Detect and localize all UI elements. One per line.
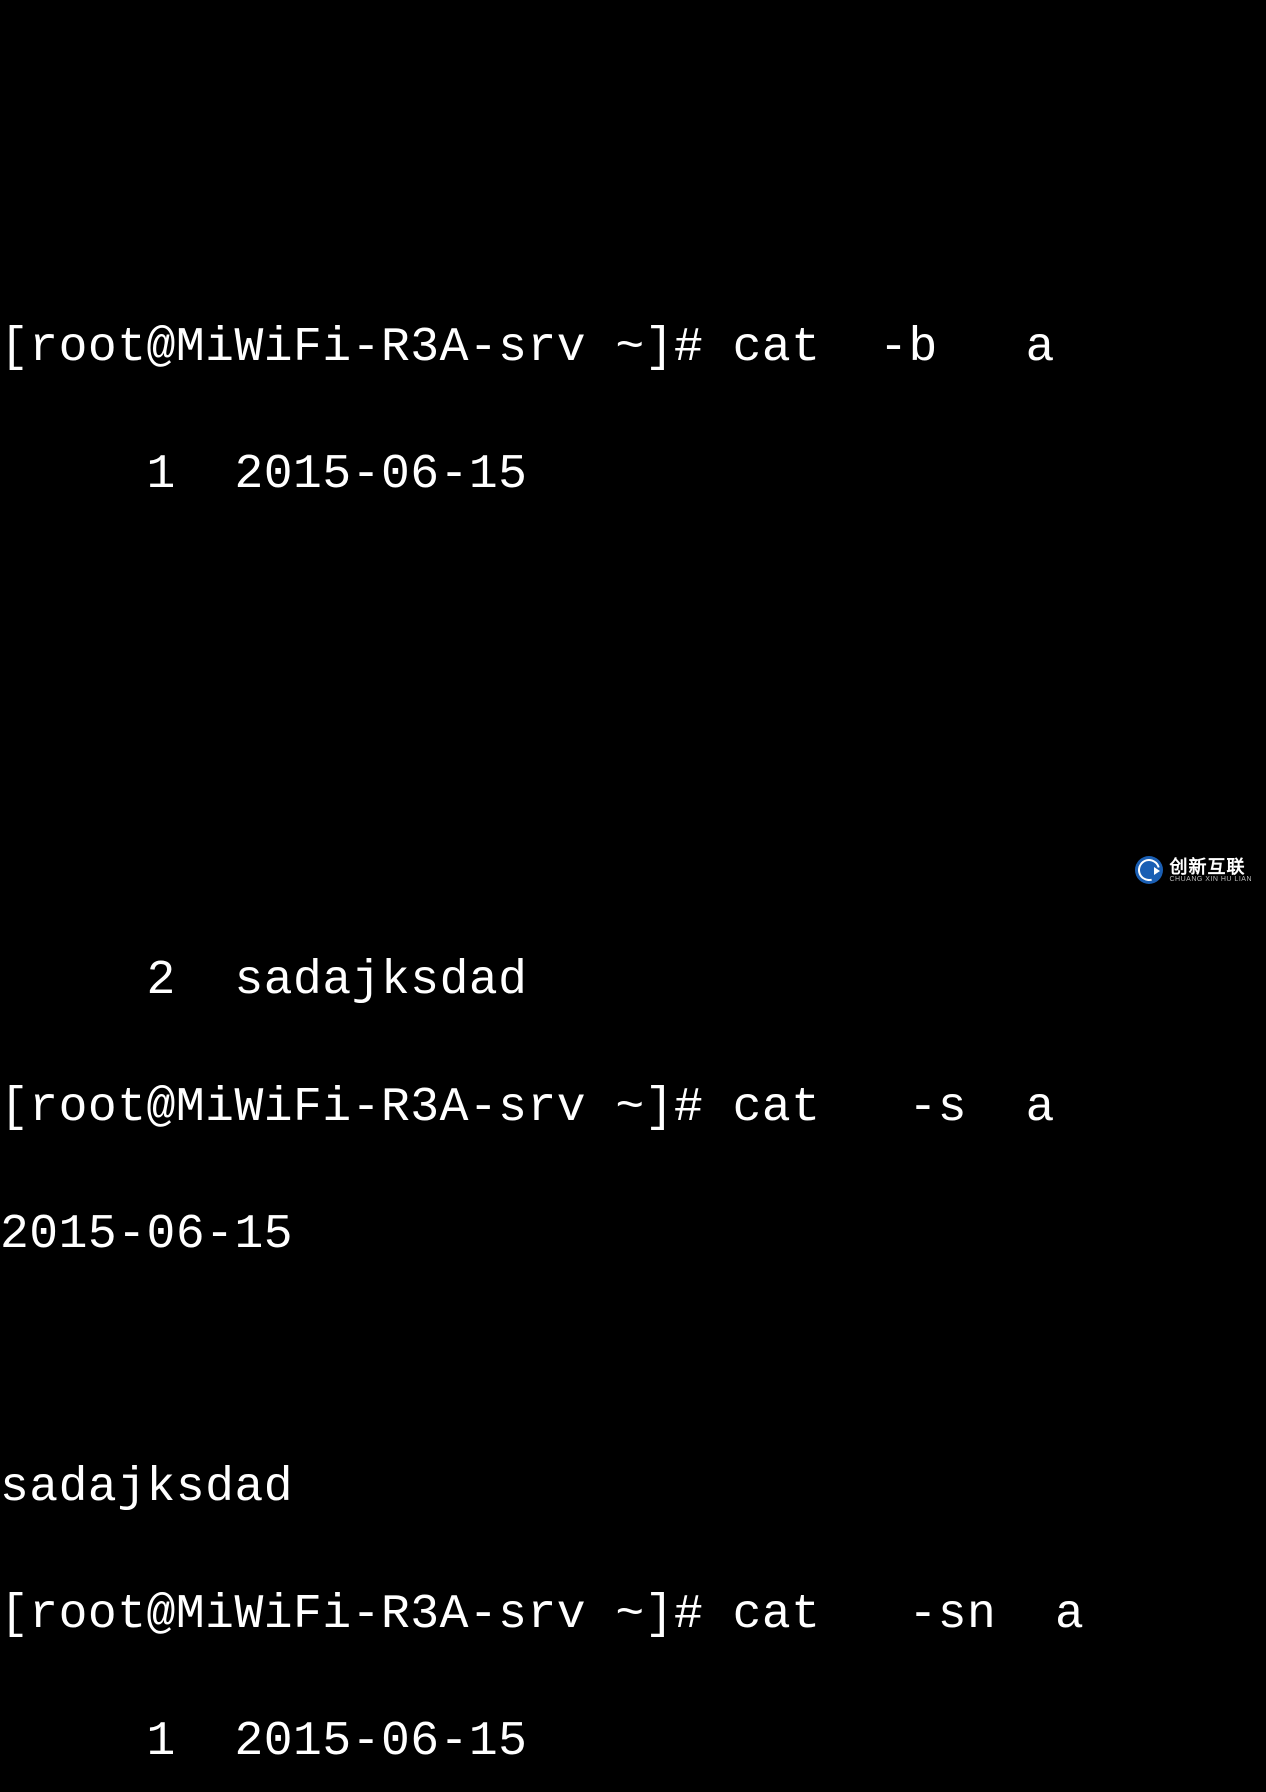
terminal-line: [root@MiWiFi-R3A-srv ~]# cat -s a [0, 1077, 1266, 1140]
terminal-line: 2 sadajksdad [0, 950, 1266, 1013]
terminal-line: sadajksdad [0, 1457, 1266, 1520]
terminal-line [0, 570, 1266, 633]
terminal-line [0, 1331, 1266, 1394]
terminal-line: 1 2015-06-15 [0, 1711, 1266, 1774]
watermark-en: CHUANG XIN HU LIAN [1169, 876, 1252, 883]
watermark: 创新互联 CHUANG XIN HU LIAN [1135, 856, 1252, 884]
terminal-line: [root@MiWiFi-R3A-srv ~]# cat -b a [0, 317, 1266, 380]
terminal-line [0, 697, 1266, 760]
terminal-line: [root@MiWiFi-R3A-srv ~]# cat -sn a [0, 1584, 1266, 1647]
terminal-output[interactable]: [root@MiWiFi-R3A-srv ~]# cat -b a 1 2015… [0, 253, 1266, 1792]
watermark-cn: 创新互联 [1169, 858, 1252, 876]
watermark-text: 创新互联 CHUANG XIN HU LIAN [1169, 858, 1252, 883]
terminal-line: 1 2015-06-15 [0, 444, 1266, 507]
terminal-line: 2015-06-15 [0, 1204, 1266, 1267]
refresh-icon [1135, 856, 1163, 884]
terminal-line [0, 824, 1266, 887]
